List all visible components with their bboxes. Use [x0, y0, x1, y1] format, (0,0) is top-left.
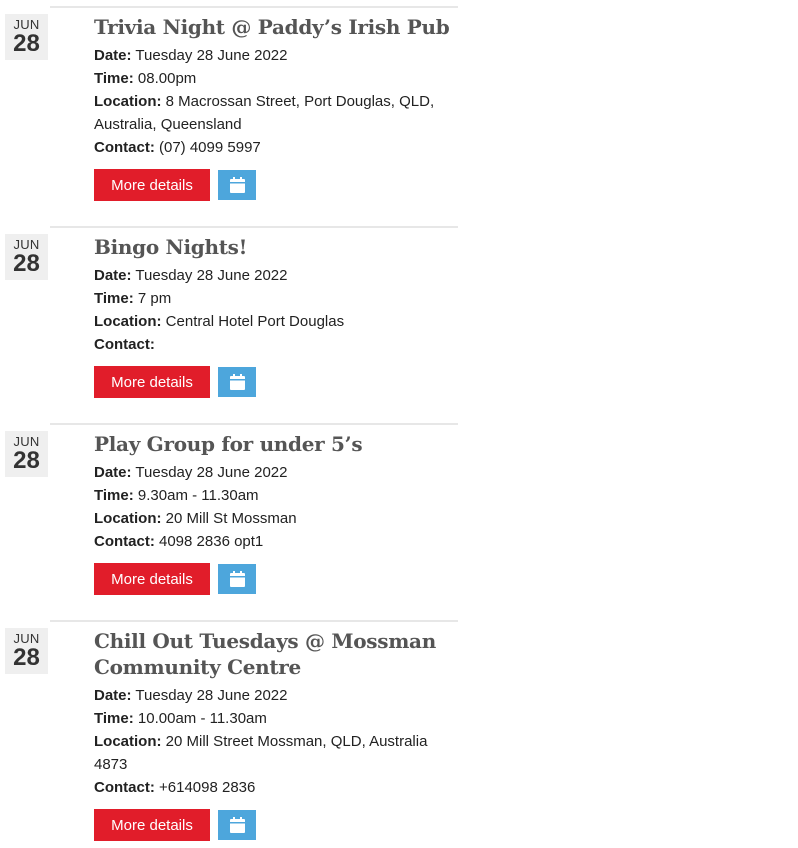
date-badge: JUN 28 — [5, 14, 48, 60]
event-actions: More details — [94, 169, 454, 201]
event-title[interactable]: Play Group for under 5’s — [94, 431, 454, 457]
date-label: Date: — [94, 47, 132, 64]
divider — [50, 6, 458, 8]
event-date: Date: Tuesday 28 June 2022 — [94, 44, 454, 67]
event-time: Time: 08.00pm — [94, 67, 454, 90]
time-label: Time: — [94, 70, 134, 87]
event-content: Bingo Nights! Date: Tuesday 28 June 2022… — [94, 234, 454, 398]
event-item: JUN 28 Play Group for under 5’s Date: Tu… — [0, 423, 460, 619]
event-location: Location: 20 Mill St Mossman — [94, 507, 454, 530]
divider — [50, 226, 458, 228]
date-label: Date: — [94, 464, 132, 481]
location-value: Central Hotel Port Douglas — [165, 313, 345, 330]
event-title[interactable]: Chill Out Tuesdays @ Mossman Community C… — [94, 628, 454, 680]
add-to-calendar-button[interactable] — [218, 367, 256, 397]
date-day: 28 — [13, 447, 40, 474]
date-label: Date: — [94, 267, 132, 284]
date-day: 28 — [13, 250, 40, 277]
date-day: 28 — [13, 30, 40, 57]
event-item: JUN 28 Trivia Night @ Paddy’s Irish Pub … — [0, 6, 460, 224]
event-content: Play Group for under 5’s Date: Tuesday 2… — [94, 431, 454, 595]
location-label: Location: — [94, 313, 162, 330]
contact-label: Contact: — [94, 139, 155, 156]
event-title[interactable]: Trivia Night @ Paddy’s Irish Pub — [94, 14, 454, 40]
event-content: Chill Out Tuesdays @ Mossman Community C… — [94, 628, 454, 841]
time-value: 9.30am - 11.30am — [137, 487, 259, 504]
event-location: Location: Central Hotel Port Douglas — [94, 310, 454, 333]
event-location: Location: 20 Mill Street Mossman, QLD, A… — [94, 730, 454, 776]
event-date: Date: Tuesday 28 June 2022 — [94, 461, 454, 484]
add-to-calendar-button[interactable] — [218, 564, 256, 594]
contact-value: (07) 4099 5997 — [159, 139, 261, 156]
event-time: Time: 9.30am - 11.30am — [94, 484, 454, 507]
event-contact: Contact: +614098 2836 — [94, 776, 454, 799]
event-contact: Contact: 4098 2836 opt1 — [94, 530, 454, 553]
divider — [50, 620, 458, 622]
contact-value: 4098 2836 opt1 — [159, 533, 264, 550]
date-label: Date: — [94, 687, 132, 704]
event-date: Date: Tuesday 28 June 2022 — [94, 684, 454, 707]
time-value: 10.00am - 11.30am — [137, 710, 267, 727]
more-details-button[interactable]: More details — [94, 809, 210, 841]
event-actions: More details — [94, 366, 454, 398]
date-badge: JUN 28 — [5, 431, 48, 477]
time-value: 7 pm — [137, 290, 172, 307]
time-label: Time: — [94, 290, 134, 307]
event-time: Time: 10.00am - 11.30am — [94, 707, 454, 730]
more-details-button[interactable]: More details — [94, 366, 210, 398]
event-actions: More details — [94, 809, 454, 841]
location-label: Location: — [94, 93, 162, 110]
event-date: Date: Tuesday 28 June 2022 — [94, 264, 454, 287]
location-label: Location: — [94, 733, 162, 750]
date-badge: JUN 28 — [5, 628, 48, 674]
event-time: Time: 7 pm — [94, 287, 454, 310]
event-contact: Contact: — [94, 333, 454, 356]
location-label: Location: — [94, 510, 162, 527]
more-details-button[interactable]: More details — [94, 169, 210, 201]
event-contact: Contact: (07) 4099 5997 — [94, 136, 454, 159]
divider — [50, 423, 458, 425]
time-label: Time: — [94, 487, 134, 504]
date-badge: JUN 28 — [5, 234, 48, 280]
add-to-calendar-button[interactable] — [218, 170, 256, 200]
date-value: Tuesday 28 June 2022 — [135, 687, 288, 704]
event-item: JUN 28 Bingo Nights! Date: Tuesday 28 Ju… — [0, 226, 460, 422]
calendar-icon — [229, 177, 245, 193]
date-value: Tuesday 28 June 2022 — [135, 464, 288, 481]
event-actions: More details — [94, 563, 454, 595]
event-item: JUN 28 Chill Out Tuesdays @ Mossman Comm… — [0, 620, 460, 848]
time-label: Time: — [94, 710, 134, 727]
date-value: Tuesday 28 June 2022 — [135, 267, 288, 284]
calendar-icon — [229, 571, 245, 587]
contact-value: +614098 2836 — [159, 779, 256, 796]
event-content: Trivia Night @ Paddy’s Irish Pub Date: T… — [94, 14, 454, 201]
time-value: 08.00pm — [137, 70, 197, 87]
more-details-button[interactable]: More details — [94, 563, 210, 595]
calendar-icon — [229, 374, 245, 390]
contact-label: Contact: — [94, 336, 155, 353]
contact-label: Contact: — [94, 779, 155, 796]
add-to-calendar-button[interactable] — [218, 810, 256, 840]
date-day: 28 — [13, 644, 40, 671]
event-location: Location: 8 Macrossan Street, Port Dougl… — [94, 90, 454, 136]
contact-label: Contact: — [94, 533, 155, 550]
event-title[interactable]: Bingo Nights! — [94, 234, 454, 260]
location-value: 20 Mill St Mossman — [165, 510, 297, 527]
date-value: Tuesday 28 June 2022 — [135, 47, 288, 64]
calendar-icon — [229, 817, 245, 833]
